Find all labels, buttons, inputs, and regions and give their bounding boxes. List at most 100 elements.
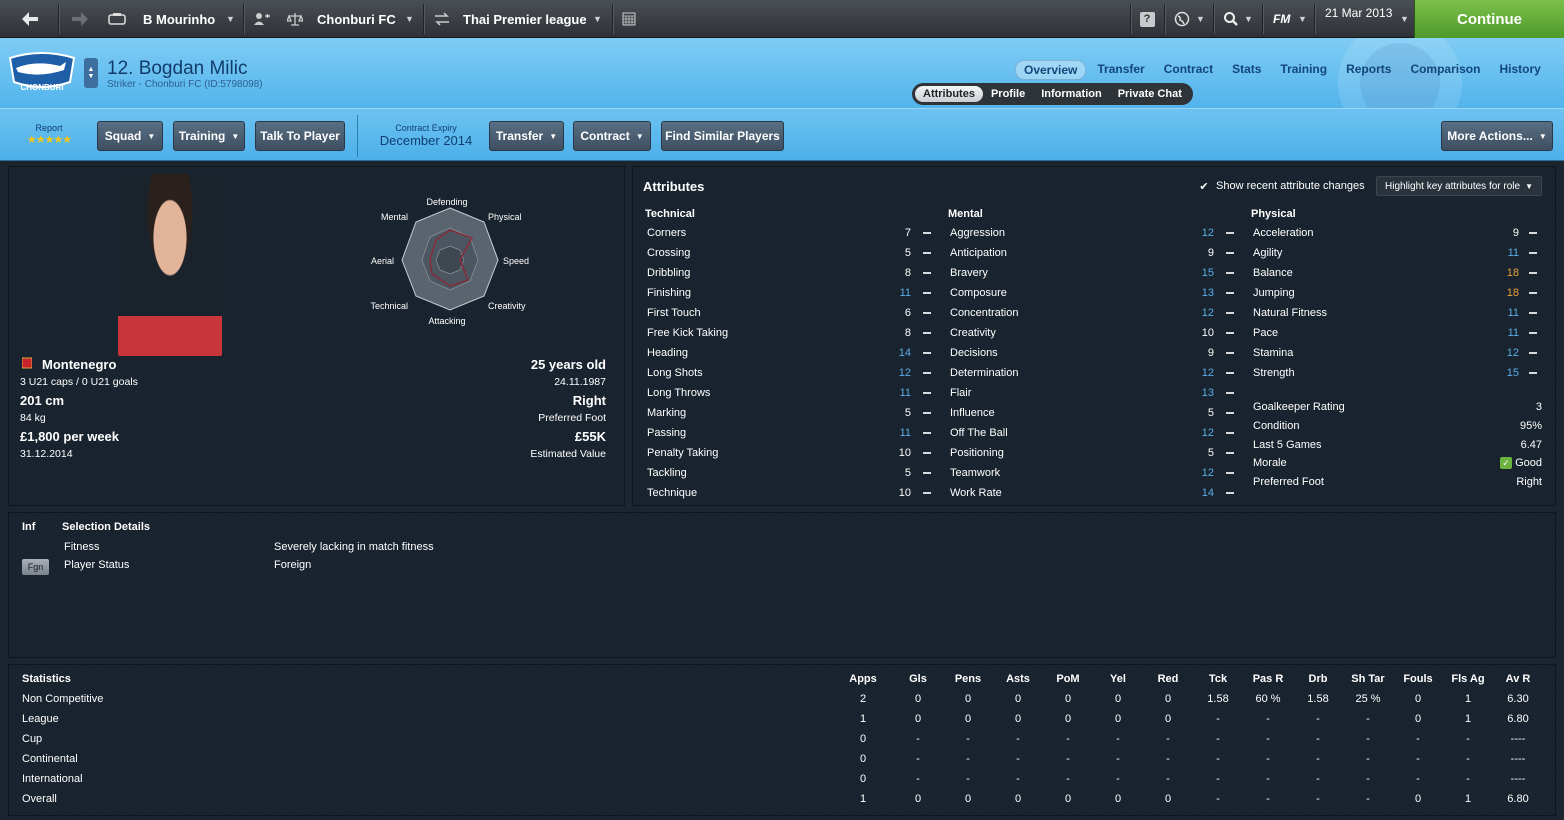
calendar-icon[interactable] [618,0,640,38]
tab-stats[interactable]: Stats [1224,60,1269,80]
attribute-row-teamwork[interactable]: Teamwork 12 [950,463,1250,483]
attribute-row-passing[interactable]: Passing 11 [647,423,947,443]
training-button[interactable]: Training ▼ [173,121,245,151]
stat-column-yel[interactable]: Yel [1093,673,1143,685]
checkbox-checked-icon[interactable]: ✔ [1198,180,1210,193]
stat-column-fls-ag[interactable]: Fls Ag [1443,673,1493,685]
tab-history[interactable]: History [1491,60,1548,80]
stat-column-pom[interactable]: PoM [1043,673,1093,685]
contract-button[interactable]: Contract ▼ [573,121,651,151]
attribute-row-technique[interactable]: Technique 10 [647,483,947,503]
attribute-row-jumping[interactable]: Jumping 18 [1253,283,1553,303]
attribute-row-aggression[interactable]: Aggression 12 [950,223,1250,243]
attribute-row-natural-fitness[interactable]: Natural Fitness 11 [1253,303,1553,323]
stat-column-pas-r[interactable]: Pas R [1243,673,1293,685]
contract-expiry-value: December 2014 [379,133,473,148]
staff-icon[interactable] [250,0,274,38]
subtab-private-chat[interactable]: Private Chat [1110,86,1190,102]
attribute-row-work-rate[interactable]: Work Rate 14 [950,483,1250,503]
stat-column-drb[interactable]: Drb [1293,673,1343,685]
squad-button[interactable]: Squad ▼ [97,121,163,151]
attribute-row-pace[interactable]: Pace 11 [1253,323,1553,343]
league-dropdown-icon[interactable]: ▼ [593,0,602,38]
tab-comparison[interactable]: Comparison [1402,60,1488,80]
help-icon[interactable]: ? [1136,0,1158,38]
talk-to-player-button[interactable]: Talk To Player [255,121,345,151]
manager-dropdown-icon[interactable]: ▼ [226,0,235,38]
attribute-row-creativity[interactable]: Creativity 10 [950,323,1250,343]
attribute-row-agility[interactable]: Agility 11 [1253,243,1553,263]
stat-column-av-r[interactable]: Av R [1493,673,1543,685]
stat-column-fouls[interactable]: Fouls [1393,673,1443,685]
attribute-row-stamina[interactable]: Stamina 12 [1253,343,1553,363]
attribute-row-balance[interactable]: Balance 18 [1253,263,1553,283]
stat-column-red[interactable]: Red [1143,673,1193,685]
attribute-name: Off The Ball [950,427,1008,439]
attribute-row-strength[interactable]: Strength 15 [1253,363,1553,383]
globe-icon[interactable] [1170,0,1194,38]
report-rating[interactable]: Report ★★★★★ [14,123,84,146]
stat-column-sh-tar[interactable]: Sh Tar [1343,673,1393,685]
league-button[interactable]: Thai Premier league [463,0,587,38]
attribute-row-penalty-taking[interactable]: Penalty Taking 10 [647,443,947,463]
attribute-row-crossing[interactable]: Crossing 5 [647,243,947,263]
stat-column-gls[interactable]: Gls [893,673,943,685]
attribute-row-positioning[interactable]: Positioning 5 [950,443,1250,463]
globe-dropdown-icon[interactable]: ▼ [1196,0,1205,38]
player-picker-arrows-icon[interactable]: ▲ ▼ [84,58,98,88]
attribute-row-long-shots[interactable]: Long Shots 12 [647,363,947,383]
search-icon[interactable] [1220,0,1242,38]
show-recent-changes-toggle[interactable]: ✔ Show recent attribute changes [1198,180,1364,193]
attribute-row-first-touch[interactable]: First Touch 6 [647,303,947,323]
attribute-row-dribbling[interactable]: Dribbling 8 [647,263,947,283]
stat-column-asts[interactable]: Asts [993,673,1043,685]
tab-overview[interactable]: Overview [1015,60,1087,80]
nationality[interactable]: Montenegro [42,357,116,372]
forward-arrow-icon[interactable] [62,0,98,38]
subtab-attributes[interactable]: Attributes [915,86,983,102]
attribute-row-influence[interactable]: Influence 5 [950,403,1250,423]
more-actions-button[interactable]: More Actions... ▼ [1441,121,1553,151]
subtab-profile[interactable]: Profile [983,86,1033,102]
attribute-row-tackling[interactable]: Tackling 5 [647,463,947,483]
attribute-row-anticipation[interactable]: Anticipation 9 [950,243,1250,263]
club-dropdown-icon[interactable]: ▼ [405,0,414,38]
tab-contract[interactable]: Contract [1156,60,1221,80]
back-arrow-icon[interactable] [10,0,50,38]
attribute-row-concentration[interactable]: Concentration 12 [950,303,1250,323]
attribute-row-corners[interactable]: Corners 7 [647,223,947,243]
stat-column-tck[interactable]: Tck [1193,673,1243,685]
search-dropdown-icon[interactable]: ▼ [1244,0,1253,38]
transfer-button[interactable]: Transfer ▼ [489,121,564,151]
date-dropdown-icon[interactable]: ▼ [1400,0,1409,38]
attribute-row-finishing[interactable]: Finishing 11 [647,283,947,303]
club-button[interactable]: Chonburi FC [317,0,396,38]
attribute-row-decisions[interactable]: Decisions 9 [950,343,1250,363]
stat-cell: 0 [1064,793,1072,805]
attribute-row-bravery[interactable]: Bravery 15 [950,263,1250,283]
attribute-row-determination[interactable]: Determination 12 [950,363,1250,383]
attribute-row-free-kick-taking[interactable]: Free Kick Taking 8 [647,323,947,343]
highlight-key-attributes-dropdown[interactable]: Highlight key attributes for role ▼ [1376,176,1542,196]
continue-button[interactable]: Continue [1414,0,1564,38]
fm-menu-button[interactable]: FM [1273,0,1290,38]
find-similar-players-button[interactable]: Find Similar Players [661,121,784,151]
info-value: Right [1516,476,1542,488]
stat-column-apps[interactable]: Apps [838,673,888,685]
subtab-information[interactable]: Information [1033,86,1110,102]
fm-dropdown-icon[interactable]: ▼ [1298,0,1307,38]
tab-reports[interactable]: Reports [1338,60,1399,80]
manager-button[interactable]: B Mourinho [143,0,215,38]
attribute-row-acceleration[interactable]: Acceleration 9 [1253,223,1553,243]
attribute-row-marking[interactable]: Marking 5 [647,403,947,423]
attribute-row-composure[interactable]: Composure 13 [950,283,1250,303]
squad-label: Squad [104,129,142,143]
attribute-row-long-throws[interactable]: Long Throws 11 [647,383,947,403]
tab-training[interactable]: Training [1272,60,1335,80]
attribute-row-off-the-ball[interactable]: Off The Ball 12 [950,423,1250,443]
tab-transfer[interactable]: Transfer [1089,60,1152,80]
stat-cell: - [1266,713,1270,725]
stat-column-pens[interactable]: Pens [943,673,993,685]
attribute-row-heading[interactable]: Heading 14 [647,343,947,363]
attribute-row-flair[interactable]: Flair 13 [950,383,1250,403]
